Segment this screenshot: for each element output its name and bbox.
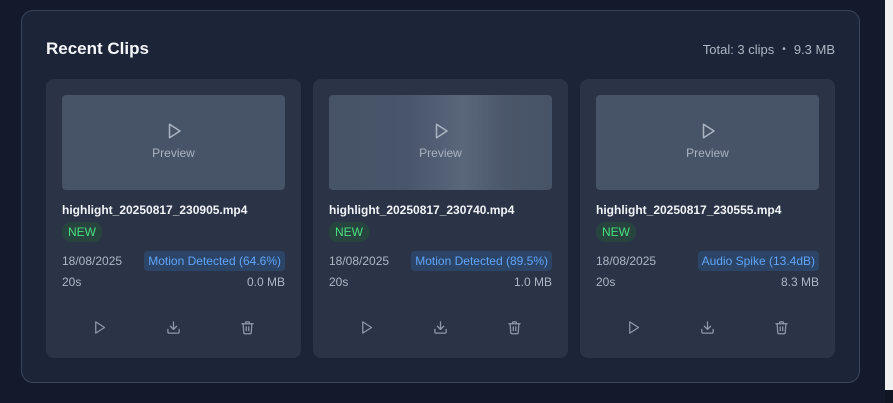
delete-button[interactable] (768, 316, 796, 338)
trash-icon (508, 320, 522, 334)
new-badge: NEW (62, 222, 102, 242)
clip-size: 0.0 MB (246, 275, 285, 289)
clip-preview[interactable]: Preview (329, 95, 552, 190)
clip-actions (62, 316, 285, 338)
play-icon (702, 123, 715, 138)
recent-clips-panel: Recent Clips Total: 3 clips • 9.3 MB Pre… (21, 10, 860, 383)
clip-filename: highlight_20250817_230740.mp4 (329, 203, 515, 217)
scrollbar-thumb[interactable] (885, 0, 893, 390)
play-icon (628, 320, 639, 334)
clip-date: 18/08/2025 (596, 254, 657, 268)
play-icon (435, 123, 448, 138)
summary-separator: • (782, 43, 786, 55)
total-clips-count: Total: 3 clips (702, 41, 775, 57)
clip-date-row: 18/08/2025 Motion Detected (89.5%) (329, 251, 552, 271)
play-button[interactable] (352, 316, 380, 338)
clip-size: 1.0 MB (513, 275, 552, 289)
clip-duration: 20s (329, 275, 349, 289)
download-icon (434, 320, 447, 334)
panel-header: Recent Clips Total: 3 clips • 9.3 MB (46, 39, 835, 59)
clip-size-row: 20s 8.3 MB (596, 275, 819, 289)
clip-duration: 20s (596, 275, 616, 289)
play-button[interactable] (619, 316, 647, 338)
clip-actions (329, 316, 552, 338)
download-icon (701, 320, 714, 334)
clip-date-row: 18/08/2025 Motion Detected (64.6%) (62, 251, 285, 271)
clip-size-row: 20s 0.0 MB (62, 275, 285, 289)
play-icon (168, 123, 181, 138)
clip-preview[interactable]: Preview (596, 95, 819, 190)
panel-title: Recent Clips (46, 39, 149, 58)
clip-card: Preview highlight_20250817_230905.mp4 NE… (46, 79, 301, 358)
clip-date: 18/08/2025 (62, 254, 123, 268)
trash-icon (241, 320, 255, 334)
preview-label: Preview (686, 145, 729, 160)
total-size: 9.3 MB (793, 41, 835, 57)
clip-size: 8.3 MB (780, 275, 819, 289)
clip-card: Preview highlight_20250817_230555.mp4 NE… (580, 79, 835, 358)
download-icon (167, 320, 180, 334)
clip-actions (596, 316, 819, 338)
clip-duration: 20s (62, 275, 82, 289)
clip-card: Preview highlight_20250817_230740.mp4 NE… (313, 79, 568, 358)
preview-label: Preview (152, 145, 195, 160)
event-tag: Motion Detected (64.6%) (144, 251, 285, 271)
clips-summary: Total: 3 clips • 9.3 MB (703, 42, 835, 57)
play-button[interactable] (85, 316, 113, 338)
new-badge: NEW (596, 222, 636, 242)
play-icon (94, 320, 105, 334)
play-icon (361, 320, 372, 334)
download-button[interactable] (159, 316, 187, 338)
event-tag: Audio Spike (13.4dB) (697, 251, 819, 271)
delete-button[interactable] (234, 316, 262, 338)
clip-list: Preview highlight_20250817_230905.mp4 NE… (46, 79, 835, 358)
delete-button[interactable] (501, 316, 529, 338)
preview-label: Preview (419, 145, 462, 160)
clip-date-row: 18/08/2025 Audio Spike (13.4dB) (596, 251, 819, 271)
trash-icon (775, 320, 789, 334)
clip-preview[interactable]: Preview (62, 95, 285, 190)
clip-date: 18/08/2025 (329, 254, 390, 268)
clip-filename: highlight_20250817_230555.mp4 (596, 203, 782, 217)
clip-size-row: 20s 1.0 MB (329, 275, 552, 289)
event-tag: Motion Detected (89.5%) (411, 251, 552, 271)
clip-filename: highlight_20250817_230905.mp4 (62, 203, 248, 217)
new-badge: NEW (329, 222, 369, 242)
download-button[interactable] (426, 316, 454, 338)
download-button[interactable] (693, 316, 721, 338)
